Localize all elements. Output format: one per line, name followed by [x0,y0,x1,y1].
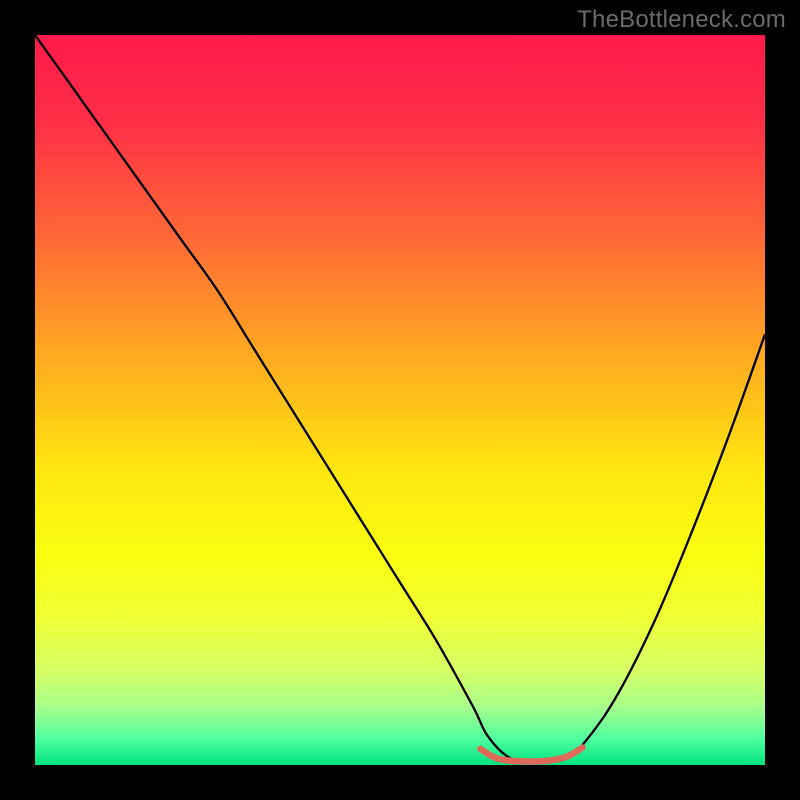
optimal-band-path [480,747,582,761]
bottleneck-curve-path [35,35,765,762]
watermark-text: TheBottleneck.com [577,6,786,34]
chart-frame: TheBottleneck.com [0,0,800,800]
plot-area [35,35,765,765]
curve-layer [35,35,765,765]
